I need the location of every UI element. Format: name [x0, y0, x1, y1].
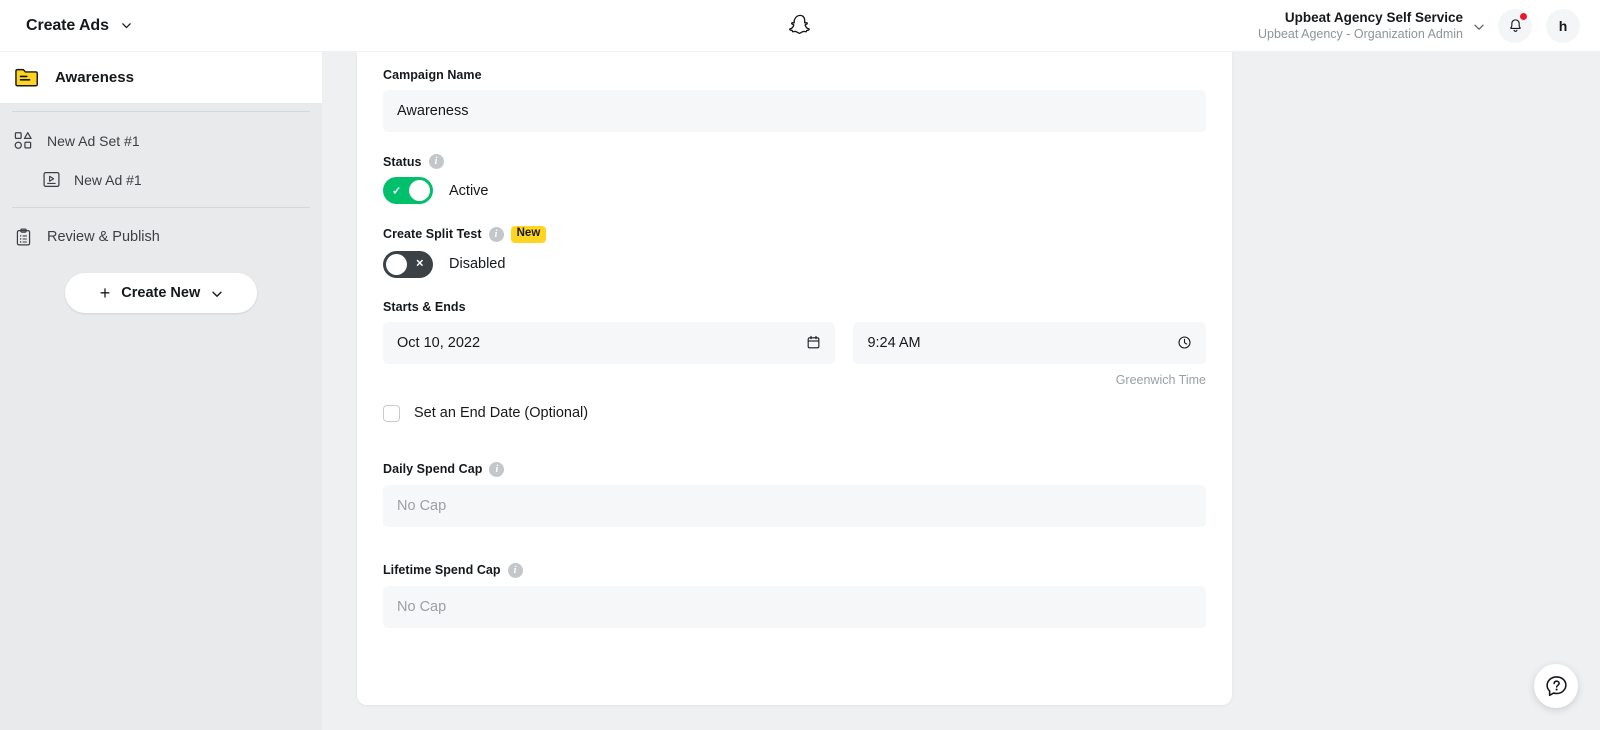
split-test-toggle-row: ✕ Disabled — [383, 250, 1206, 278]
campaign-name-group: Campaign Name Awareness — [383, 68, 1206, 132]
check-icon: ✓ — [392, 185, 402, 197]
close-icon: ✕ — [415, 258, 424, 270]
avatar-initial: h — [1558, 18, 1568, 34]
help-button[interactable] — [1534, 664, 1578, 708]
sidebar-item-ad-set[interactable]: New Ad Set #1 — [0, 121, 322, 160]
timezone-note: Greenwich Time — [1115, 372, 1206, 387]
daily-spend-cap-label: Daily Spend Cap i — [383, 461, 1206, 477]
ad-icon — [42, 170, 61, 189]
start-date-field[interactable]: Oct 10, 2022 — [383, 321, 836, 364]
clipboard-icon — [14, 228, 33, 247]
account-name: Upbeat Agency Self Service — [1284, 9, 1463, 25]
notifications-button[interactable] — [1498, 9, 1532, 43]
chevron-down-icon[interactable] — [121, 20, 132, 31]
account-switcher[interactable]: Upbeat Agency Self Service Upbeat Agency… — [1258, 10, 1484, 43]
sidebar-item-label: New Ad #1 — [74, 171, 142, 188]
sidebar: Awareness New Ad Set #1 New Ad #1 Review… — [0, 52, 322, 730]
sidebar-item-label: New Ad Set #1 — [47, 132, 140, 149]
split-test-toggle-label: Disabled — [449, 256, 506, 272]
account-chevron-down-icon[interactable] — [1473, 21, 1484, 32]
campaign-name-input[interactable]: Awareness — [383, 90, 1206, 132]
create-new-wrap: + Create New — [0, 273, 322, 313]
campaign-name-label: Campaign Name — [383, 68, 482, 82]
notification-badge — [1519, 12, 1528, 21]
help-chat-icon — [1544, 674, 1569, 699]
starts-ends-label: Starts & Ends — [383, 299, 466, 314]
status-group: Status i ✓ Active — [383, 154, 1206, 204]
split-test-info-icon[interactable]: i — [488, 226, 504, 242]
sidebar-item-campaign-awareness[interactable]: Awareness — [0, 52, 322, 103]
sidebar-divider-2 — [12, 207, 310, 208]
daily-spend-cap-group: Daily Spend Cap i No Cap — [383, 461, 1206, 527]
start-time-field[interactable]: 9:24 AM — [853, 321, 1206, 364]
split-test-label: Create Split Test i New — [383, 226, 1206, 243]
start-time-value: 9:24 AM — [867, 334, 921, 351]
account-info: Upbeat Agency Self Service Upbeat Agency… — [1258, 10, 1463, 43]
end-date-checkbox-label: Set an End Date (Optional) — [414, 405, 589, 421]
snapchat-ghost-logo — [787, 13, 813, 39]
new-badge: New — [510, 226, 547, 243]
lifetime-spend-cap-info-icon[interactable]: i — [507, 562, 523, 578]
avatar[interactable]: h — [1546, 9, 1580, 43]
plus-icon: + — [99, 283, 111, 303]
clock-icon[interactable] — [1177, 335, 1192, 350]
status-toggle-row: ✓ Active — [383, 177, 1206, 204]
date-time-row: Oct 10, 2022 9:24 AM — [383, 321, 1206, 364]
start-date-value: Oct 10, 2022 — [397, 334, 481, 351]
page-title: Create Ads — [26, 16, 109, 34]
header-title-group[interactable]: Create Ads — [0, 17, 132, 35]
status-toggle[interactable]: ✓ — [383, 177, 433, 204]
sidebar-item-label: Review & Publish — [47, 229, 160, 245]
status-toggle-label: Active — [449, 182, 489, 199]
split-test-group: Create Split Test i New ✕ Disabled — [383, 226, 1206, 278]
end-date-checkbox-row[interactable]: Set an End Date (Optional) — [383, 404, 1206, 422]
starts-ends-group: Starts & Ends Oct 10, 2022 9:24 AM Green… — [383, 300, 1206, 422]
campaign-settings-card: Campaign Name Awareness Status i ✓ Activ… — [357, 52, 1232, 705]
create-new-label: Create New — [121, 285, 201, 301]
sidebar-item-ad[interactable]: New Ad #1 — [0, 160, 322, 199]
status-label: Status i — [383, 154, 1206, 169]
end-date-checkbox[interactable] — [383, 404, 400, 422]
toggle-knob — [386, 253, 407, 275]
status-info-icon[interactable]: i — [428, 154, 444, 169]
sidebar-group-adsets: New Ad Set #1 New Ad #1 — [0, 121, 322, 199]
create-new-button[interactable]: + Create New — [65, 273, 257, 313]
app-root: Create Ads Upbeat Agency Self Service Up… — [0, 0, 1600, 730]
main-content: Campaign Name Awareness Status i ✓ Activ… — [322, 52, 1600, 730]
lifetime-spend-cap-group: Lifetime Spend Cap i No Cap — [383, 562, 1206, 628]
create-new-chevron-down-icon — [211, 288, 222, 299]
account-role: Upbeat Agency - Organization Admin — [1258, 26, 1463, 41]
daily-spend-cap-input[interactable]: No Cap — [383, 484, 1206, 527]
sidebar-divider-1 — [12, 111, 310, 112]
top-header: Create Ads Upbeat Agency Self Service Up… — [0, 0, 1600, 52]
ad-set-icon — [14, 131, 33, 150]
daily-spend-cap-info-icon[interactable]: i — [489, 461, 505, 477]
toggle-knob — [409, 180, 430, 201]
calendar-icon[interactable] — [806, 335, 821, 350]
split-test-toggle[interactable]: ✕ — [383, 250, 433, 278]
header-right-group: Upbeat Agency Self Service Upbeat Agency… — [1258, 0, 1580, 52]
folder-icon — [14, 66, 39, 89]
sidebar-item-review-publish[interactable]: Review & Publish — [0, 217, 322, 257]
lifetime-spend-cap-label: Lifetime Spend Cap i — [383, 562, 1206, 578]
sidebar-item-label: Awareness — [55, 69, 134, 86]
lifetime-spend-cap-input[interactable]: No Cap — [383, 585, 1206, 628]
